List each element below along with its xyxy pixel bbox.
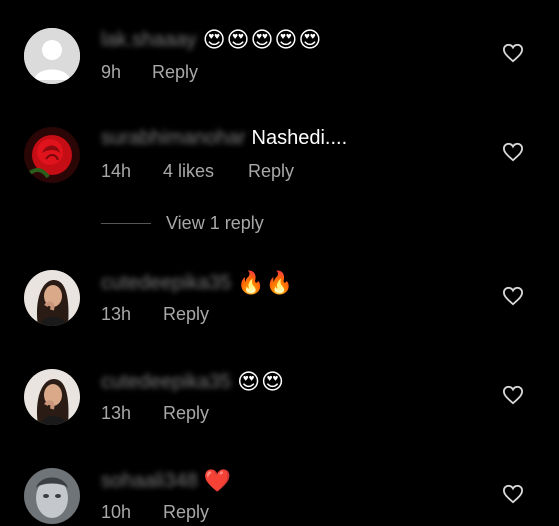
comment-time: 10h: [101, 502, 132, 522]
comment-username[interactable]: cutedeepika35: [101, 371, 231, 394]
comment-username[interactable]: surabhimanohar: [101, 127, 246, 150]
comment-time: 13h: [101, 304, 132, 324]
avatar[interactable]: [24, 369, 80, 425]
comment-emoji: 🔥🔥: [237, 270, 294, 295]
reply-button[interactable]: Reply: [163, 502, 209, 523]
heart-icon[interactable]: [502, 385, 524, 405]
reply-button[interactable]: Reply: [152, 62, 198, 83]
heart-icon[interactable]: [502, 286, 524, 306]
avatar[interactable]: [24, 468, 80, 524]
comment-emoji: 😍😍: [237, 369, 285, 394]
comment-username[interactable]: cutedeepika35: [101, 272, 231, 295]
comment-emoji: 😍😍😍😍😍: [202, 27, 323, 52]
comment-username[interactable]: lak.shaaay: [101, 29, 197, 52]
heart-icon[interactable]: [502, 484, 524, 504]
comment-username[interactable]: sohaali348: [101, 470, 198, 493]
heart-icon[interactable]: [502, 43, 524, 63]
reply-button[interactable]: Reply: [163, 403, 209, 424]
view-replies-button[interactable]: View 1 reply: [101, 213, 264, 234]
reply-button[interactable]: Reply: [248, 161, 294, 182]
comment-emoji: ❤️: [203, 468, 233, 493]
comment-time: 14h: [101, 161, 132, 181]
avatar[interactable]: [24, 270, 80, 326]
comment-time: 13h: [101, 403, 132, 423]
view-replies-label: View 1 reply: [166, 213, 264, 233]
reply-button[interactable]: Reply: [163, 304, 209, 325]
avatar[interactable]: [24, 28, 80, 84]
comment-time: 9h: [101, 62, 122, 82]
avatar[interactable]: [24, 127, 80, 183]
comment-text: Nashedi....: [251, 127, 348, 149]
likes-count[interactable]: 4 likes: [163, 161, 248, 182]
heart-icon[interactable]: [502, 142, 524, 162]
divider: [101, 223, 151, 224]
